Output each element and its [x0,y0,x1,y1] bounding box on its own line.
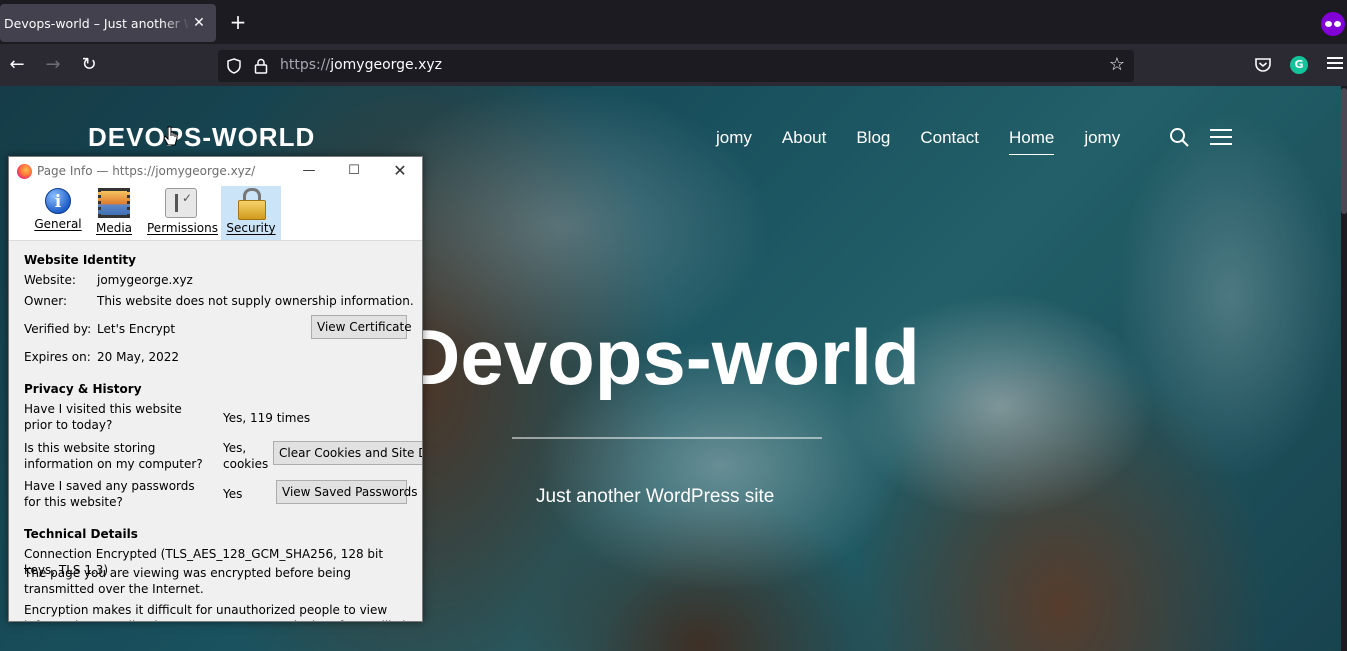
nav-toolbar: ← → ↻ https://jomygeorge.xyz ☆ G [0,44,1347,86]
nav-item-jomy[interactable]: jomy [716,128,752,155]
dialog-title: Page Info — https://jomygeorge.xyz/ [37,164,256,178]
website-identity-heading: Website Identity [24,253,136,267]
tab-security[interactable]: Security [221,186,281,240]
url-text[interactable]: https://jomygeorge.xyz [280,57,442,73]
page-scrollbar[interactable] [1341,86,1347,651]
expires-value: 20 May, 2022 [97,350,180,364]
website-label: Website: [24,273,76,287]
scrollbar-thumb[interactable] [1341,88,1347,214]
new-tab-icon[interactable]: + [228,12,248,32]
tab-title: Devops-world – Just another WordPress si… [4,15,190,31]
passwords-question: Have I saved any passwords for this webs… [24,479,195,509]
pocket-icon[interactable] [1254,57,1272,73]
tab-permissions[interactable]: Permissions [147,186,218,240]
hero-subtitle: Just another WordPress site [536,486,775,507]
firefox-icon [17,164,32,179]
view-certificate-button[interactable]: View Certificate [311,315,412,339]
nav-item-contact[interactable]: Contact [920,128,979,155]
dialog-titlebar[interactable]: Page Info — https://jomygeorge.xyz/ — ☐ … [9,157,422,185]
permissions-icon [165,188,197,218]
tab-general[interactable]: General [34,186,82,240]
website-value: jomygeorge.xyz [97,273,193,287]
reload-icon[interactable]: ↻ [78,54,100,76]
padlock-icon [238,188,266,220]
url-bar[interactable]: https://jomygeorge.xyz ☆ [218,50,1134,82]
search-icon[interactable] [1169,127,1189,147]
media-icon [98,188,130,218]
back-icon[interactable]: ← [6,54,28,76]
owner-value: This website does not supply ownership i… [97,294,414,308]
grammarly-extension-icon[interactable]: G [1290,56,1308,74]
expires-label: Expires on: [24,350,91,364]
owner-label: Owner: [24,294,68,308]
clear-cookies-button[interactable]: Clear Cookies and Site Data [273,441,422,465]
view-saved-passwords-button[interactable]: View Saved Passwords [276,480,417,504]
tab-close-icon[interactable]: ✕ [190,14,208,32]
page-info-dialog: Page Info — https://jomygeorge.xyz/ — ☐ … [8,156,423,622]
encryption-paragraph-2: Encryption makes it difficult for unauth… [24,603,413,621]
site-menu-icon[interactable] [1210,129,1232,145]
bookmark-star-icon[interactable]: ☆ [1108,56,1126,74]
maximize-icon[interactable]: ☐ [344,161,364,181]
nav-item-blog[interactable]: Blog [856,128,890,155]
nav-item-about[interactable]: About [782,128,826,155]
mouse-cursor-icon [164,126,178,146]
tracking-shield-icon[interactable] [226,58,242,74]
tab-media[interactable]: Media [93,186,135,240]
minimize-icon[interactable]: — [299,161,319,181]
visited-answer: Yes, 119 times [223,411,311,425]
info-icon [45,188,71,214]
site-nav: jomy About Blog Contact Home jomy [716,128,1150,155]
encryption-paragraph-1: The page you are viewing was encrypted b… [24,566,351,596]
close-icon[interactable]: ✕ [390,161,410,181]
lock-icon[interactable] [254,58,268,74]
nav-item-home[interactable]: Home [1008,128,1055,155]
passwords-answer: Yes [223,487,243,501]
technical-details-heading: Technical Details [24,527,138,541]
site-title[interactable]: DEVOPS-WORLD [88,122,315,153]
storing-question: Is this website storing information on m… [24,441,203,471]
nav-item-jomy-2[interactable]: jomy [1084,128,1120,155]
hero-divider [512,437,822,439]
privacy-history-heading: Privacy & History [24,382,142,396]
visited-question: Have I visited this website prior to tod… [24,402,182,432]
forward-icon[interactable]: → [42,54,64,76]
browser-tab[interactable]: Devops-world – Just another WordPress si… [0,4,216,42]
storing-answer: Yes, cookies [223,441,269,471]
hero-title: Devops-world [404,313,920,401]
private-browsing-icon [1321,12,1345,36]
verified-by-value: Let's Encrypt [97,322,176,336]
tab-bar: Devops-world – Just another WordPress si… [0,0,1347,44]
verified-by-label: Verified by: [24,322,92,336]
app-menu-icon[interactable] [1327,57,1343,71]
dialog-tabs: General Media Permissions Security [9,185,422,241]
